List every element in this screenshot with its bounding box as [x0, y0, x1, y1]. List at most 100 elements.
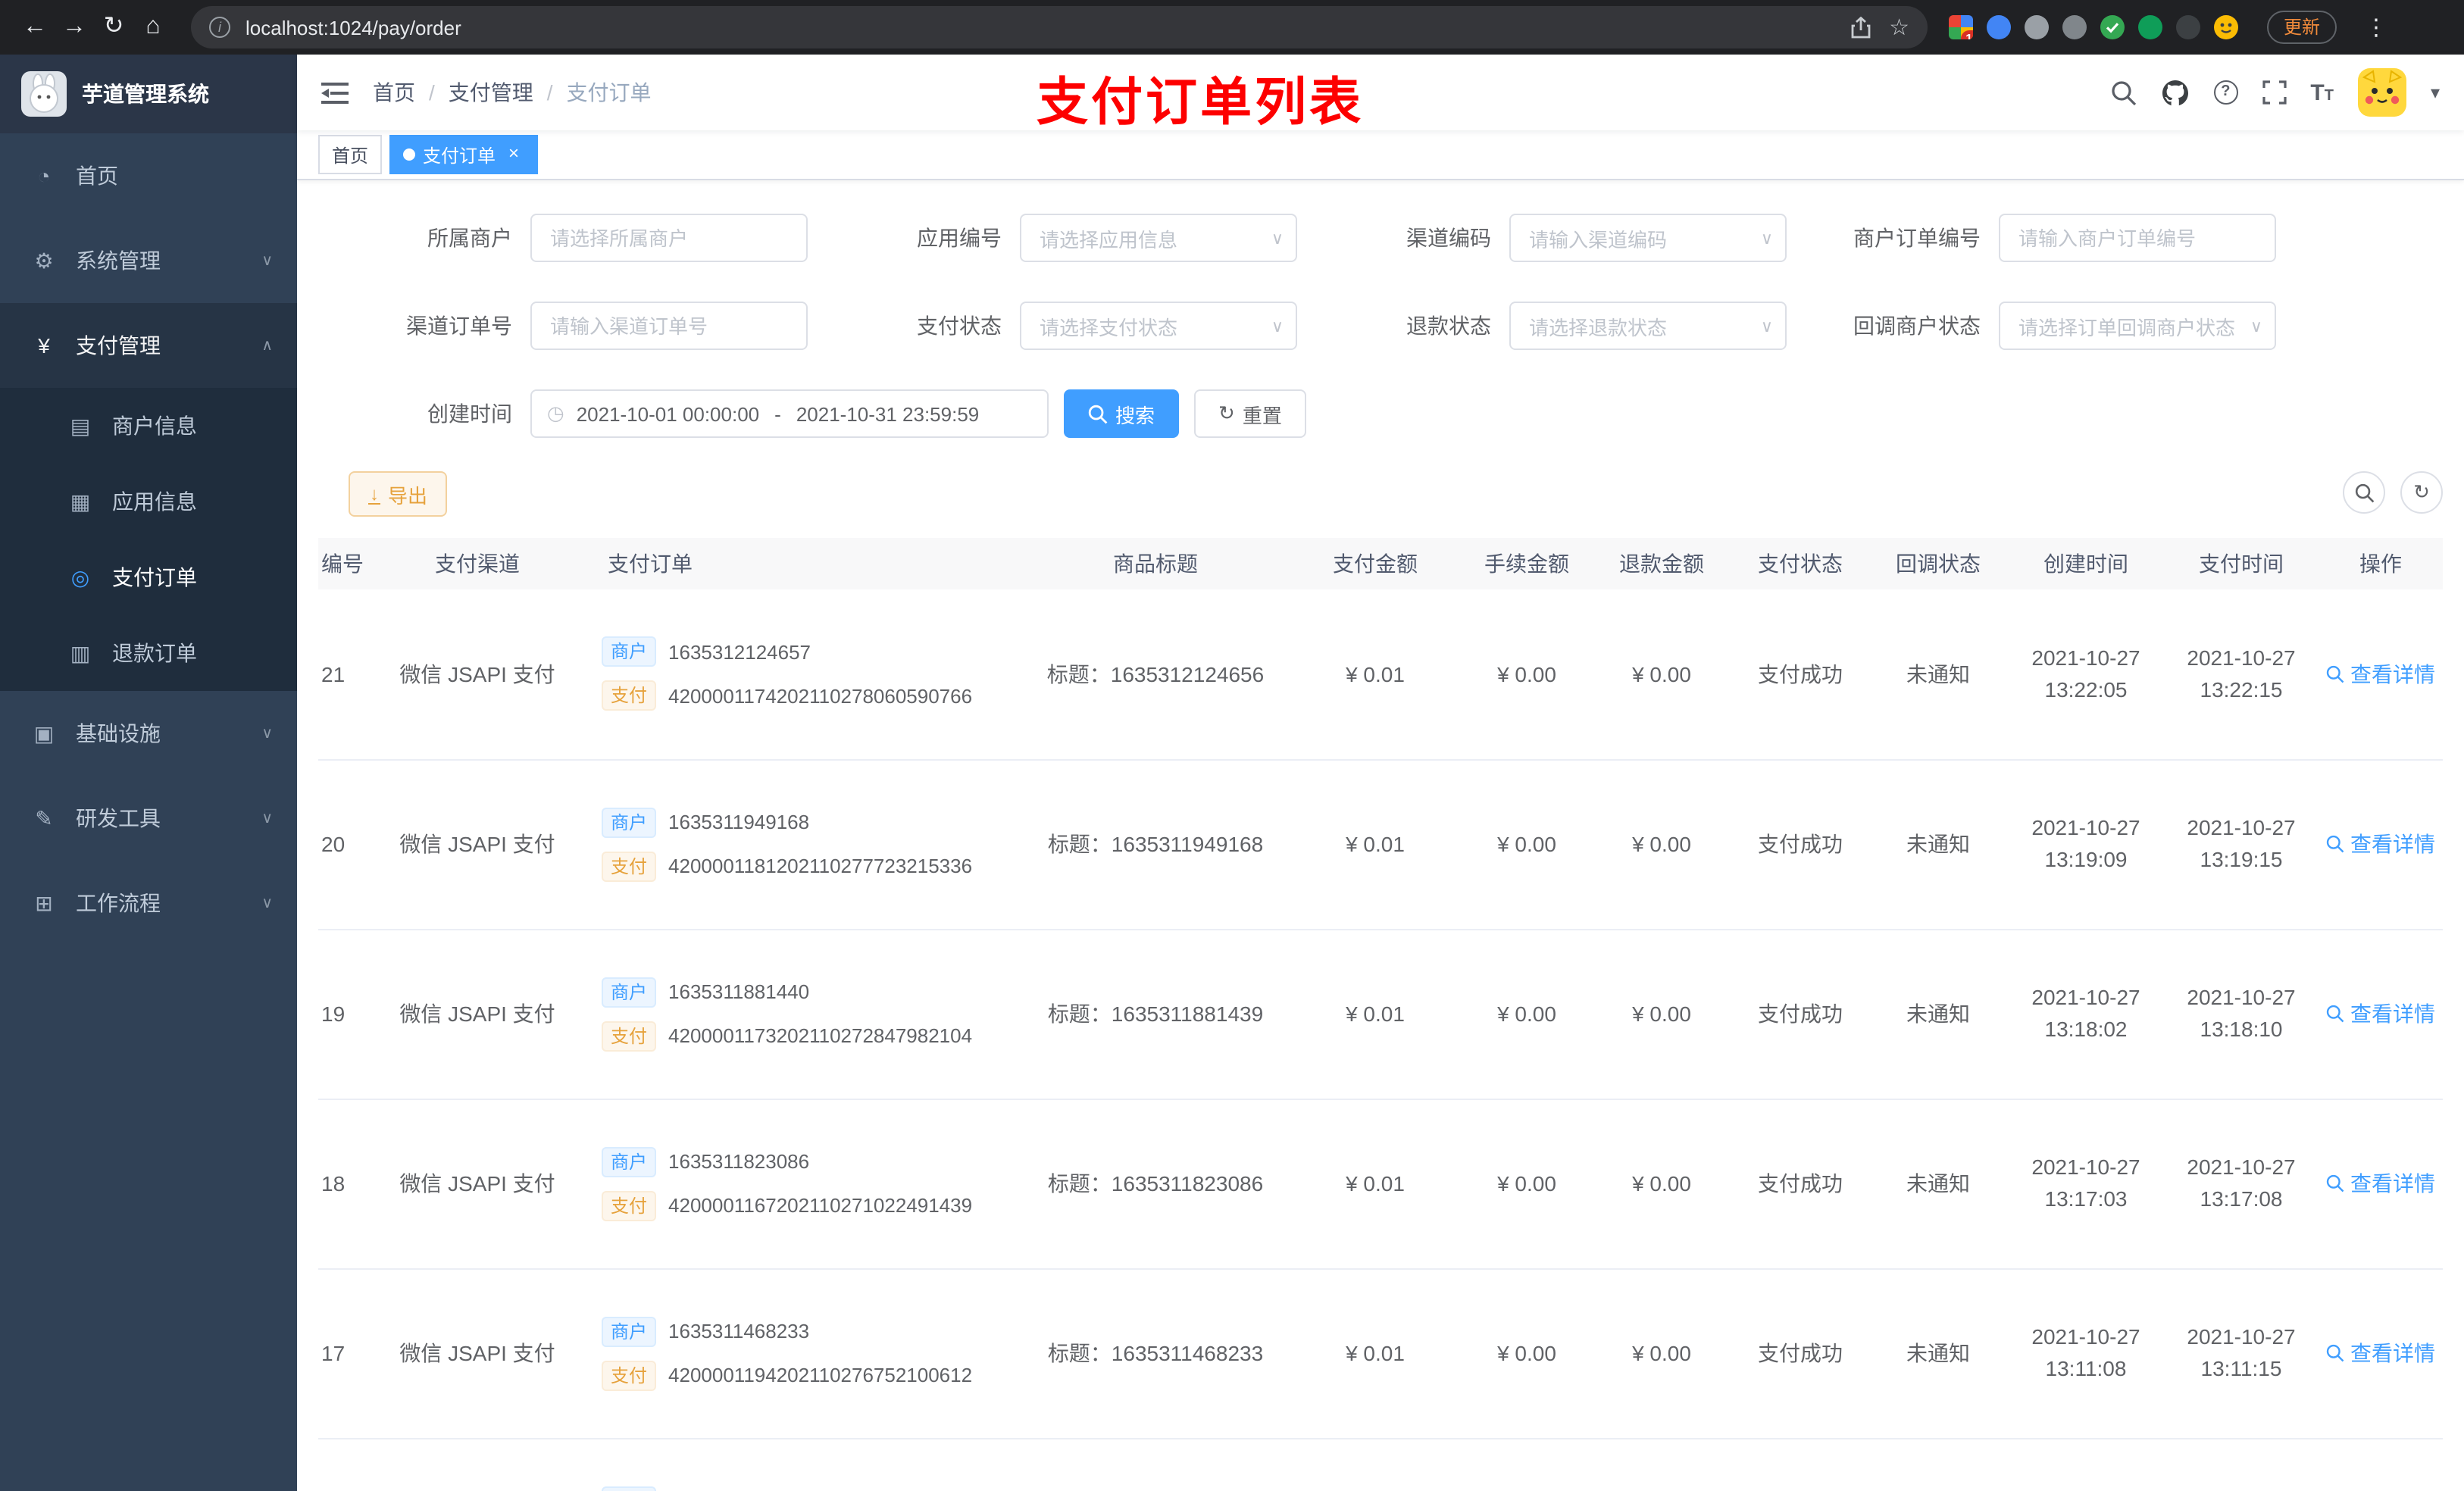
cell-order: 商户 1635311949168 支付 42000011812021102777… — [583, 759, 1023, 930]
merchant-select-input[interactable] — [530, 214, 808, 262]
user-avatar[interactable] — [2357, 68, 2406, 117]
extension-grey2-icon[interactable] — [2062, 15, 2087, 39]
cell-refund: ¥ 0.00 — [1591, 1099, 1732, 1269]
browser-update-button[interactable]: 更新 — [2267, 11, 2337, 44]
tab-home[interactable]: 首页 — [318, 135, 383, 174]
extension-face-icon[interactable] — [2214, 15, 2238, 39]
filter-label: 商户订单编号 — [1853, 226, 1981, 250]
tab-close-icon[interactable]: × — [503, 144, 524, 165]
app-title: 芋道管理系统 — [82, 82, 209, 106]
breadcrumb-pay[interactable]: 支付管理 — [449, 77, 533, 108]
table-row: 21 微信 JSAPI 支付 商户 1635312124657 支付 42000… — [318, 589, 2443, 760]
extension-blue-icon[interactable] — [1987, 15, 2011, 39]
sidebar-item-pay[interactable]: ¥ 支付管理 ∧ — [0, 303, 297, 388]
cell-amount — [1288, 1438, 1462, 1491]
channel-order-no-input[interactable] — [530, 302, 808, 350]
cell-order: 商户 1635312124657 支付 42000011742021102780… — [583, 589, 1023, 760]
cell-create-time: 2021-10-27 13:18:02 — [2008, 929, 2164, 1099]
sidebar-item-refund-order[interactable]: ▥ 退款订单 — [0, 615, 297, 691]
extension-grey-icon[interactable] — [2025, 15, 2049, 39]
font-size-icon[interactable]: TT — [2310, 80, 2334, 105]
notify-status-select[interactable]: 请选择订单回调商户状态 ∨ — [1999, 302, 2276, 350]
sidebar: 芋道管理系统 ◔ 首页 ⚙ 系统管理 ∨ ¥ 支付管理 ∧ ▤ 商户信息 ▦ 应… — [0, 55, 297, 1491]
bookmark-star-icon[interactable]: ☆ — [1889, 14, 1909, 41]
browser-reload-icon[interactable]: ↻ — [94, 8, 133, 47]
sidebar-item-label: 应用信息 — [112, 489, 197, 514]
merchant-order-no-input[interactable] — [1999, 214, 2276, 262]
view-detail-link[interactable]: 查看详情 — [2326, 829, 2435, 859]
chevron-down-icon: ∨ — [1271, 317, 1284, 336]
pay-order-no: 4200001194202110276752100612 — [668, 1364, 973, 1386]
cell-channel: 微信 JSAPI 支付 — [371, 759, 583, 930]
site-info-icon[interactable]: i — [209, 17, 230, 38]
search-button[interactable]: 搜索 — [1064, 389, 1180, 438]
cell-amount: ¥ 0.01 — [1288, 1099, 1462, 1269]
chevron-down-icon: ∨ — [1760, 230, 1773, 248]
browser-back-icon[interactable]: ← — [15, 8, 55, 47]
sidebar-item-devtools[interactable]: ✎ 研发工具 ∨ — [0, 776, 297, 861]
pay-tag: 支付 — [602, 680, 657, 711]
sidebar-item-home[interactable]: ◔ 首页 — [0, 133, 297, 218]
pay-order-no: 4200001181202110277723215336 — [668, 855, 973, 877]
share-icon[interactable] — [1850, 16, 1871, 39]
avatar-caret-icon[interactable]: ▾ — [2431, 82, 2440, 103]
table-row: 商户 1635311357136 支付 — [318, 1438, 2443, 1491]
view-detail-link[interactable]: 查看详情 — [2326, 1338, 2435, 1368]
cell-status: 支付成功 — [1732, 589, 1868, 760]
fullscreen-icon[interactable] — [2262, 80, 2286, 105]
col-notify: 回调状态 — [1868, 538, 2008, 589]
sidebar-item-system[interactable]: ⚙ 系统管理 ∨ — [0, 218, 297, 303]
view-detail-link[interactable]: 查看详情 — [2326, 659, 2435, 689]
select-placeholder: 请选择退款状态 — [1529, 316, 1668, 339]
cell-id: 18 — [318, 1099, 371, 1269]
dashboard-icon: ◔ — [37, 164, 51, 188]
export-button[interactable]: ↓ 导出 — [349, 471, 448, 517]
extension-grid-icon[interactable]: 10 — [1949, 15, 1973, 39]
cell-pay-time: 2021-10-27 13:17:08 — [2164, 1099, 2319, 1269]
search-icon[interactable] — [2110, 80, 2136, 105]
create-time-range-input[interactable]: ◷ 2021-10-01 00:00:00 - 2021-10-31 23:59… — [530, 389, 1049, 438]
cell-order: 商户 1635311881440 支付 42000011732021102728… — [583, 929, 1023, 1099]
github-icon[interactable] — [2160, 79, 2189, 106]
cell-action: 查看详情 — [2319, 1099, 2443, 1269]
col-fee: 手续金额 — [1462, 538, 1591, 589]
extension-dark-icon[interactable] — [2176, 15, 2200, 39]
table-row: 19 微信 JSAPI 支付 商户 1635311881440 支付 42000… — [318, 929, 2443, 1099]
sidebar-item-pay-order[interactable]: ◎ 支付订单 — [0, 539, 297, 615]
pay-order-no: 4200001174202110278060590766 — [668, 684, 973, 708]
help-icon[interactable]: ? — [2213, 80, 2238, 105]
browser-menu-icon[interactable]: ⋮ — [2362, 14, 2390, 41]
sidebar-item-merchant-info[interactable]: ▤ 商户信息 — [0, 388, 297, 464]
pay-tag: 支付 — [602, 1021, 657, 1051]
download-icon: ↓ — [368, 483, 380, 504]
filter-label: 应用编号 — [917, 226, 1002, 250]
view-detail-link[interactable]: 查看详情 — [2326, 1168, 2435, 1199]
toggle-search-icon[interactable] — [2343, 471, 2385, 514]
refund-status-select[interactable]: 请选择退款状态 ∨ — [1509, 302, 1787, 350]
pay-tag: 支付 — [602, 1360, 657, 1390]
browser-forward-icon[interactable]: → — [55, 8, 94, 47]
extension-green-check-icon[interactable] — [2100, 15, 2125, 39]
sidebar-item-infra[interactable]: ▣ 基础设施 ∨ — [0, 691, 297, 776]
cell-id: 17 — [318, 1268, 371, 1439]
cell-action: 查看详情 — [2319, 759, 2443, 930]
merchant-order-no: 1635311823086 — [668, 1150, 810, 1173]
cell-id: 20 — [318, 759, 371, 930]
breadcrumb-home[interactable]: 首页 — [373, 77, 415, 108]
yen-icon: ¥ — [38, 333, 50, 358]
logo[interactable]: 芋道管理系统 — [0, 55, 297, 133]
channel-code-select[interactable]: 请输入渠道编码 ∨ — [1509, 214, 1787, 262]
extension-green-icon[interactable] — [2138, 15, 2162, 39]
browser-home-icon[interactable]: ⌂ — [133, 8, 173, 47]
pay-status-select[interactable]: 请选择支付状态 ∨ — [1020, 302, 1297, 350]
app-id-select[interactable]: 请选择应用信息 ∨ — [1020, 214, 1297, 262]
view-detail-link[interactable]: 查看详情 — [2326, 999, 2435, 1029]
reset-button[interactable]: ↻ 重置 — [1194, 389, 1306, 438]
sidebar-item-workflow[interactable]: ⊞ 工作流程 ∨ — [0, 861, 297, 946]
hamburger-icon[interactable] — [321, 81, 349, 104]
address-bar[interactable]: i localhost:1024/pay/order ☆ — [191, 6, 1928, 48]
cell-notify: 未通知 — [1868, 929, 2008, 1099]
sidebar-item-app-info[interactable]: ▦ 应用信息 — [0, 464, 297, 539]
refresh-table-icon[interactable]: ↻ — [2400, 471, 2443, 514]
tab-pay-order[interactable]: 支付订单 × — [389, 135, 539, 174]
